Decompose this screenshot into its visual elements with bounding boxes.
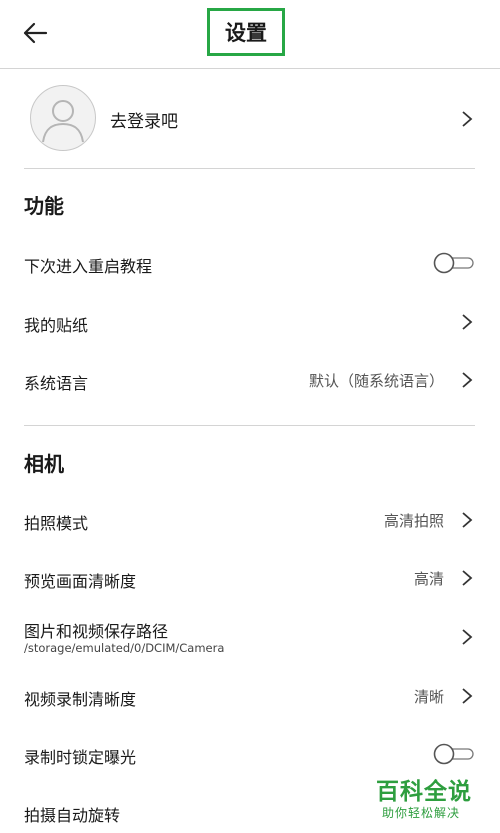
save-path-row[interactable]: 图片和视频保存路径 /storage/emulated/0/DCIM/Camer… bbox=[0, 600, 500, 664]
system-language-value: 默认（随系统语言） bbox=[308, 372, 444, 390]
system-language-label: 系统语言 bbox=[24, 374, 89, 393]
chevron-right-icon bbox=[462, 629, 473, 645]
auto-rotate-label: 拍摄自动旋转 bbox=[24, 806, 121, 825]
photo-mode-row[interactable]: 拍照模式 高清拍照 bbox=[0, 492, 500, 548]
watermark-subtitle: 助你轻松解决 bbox=[382, 806, 461, 820]
my-stickers-label: 我的贴纸 bbox=[24, 316, 89, 335]
watermark-title: 百科全说 bbox=[376, 779, 472, 805]
page-title: 设置 bbox=[207, 8, 285, 56]
chevron-right-icon bbox=[462, 372, 473, 388]
divider bbox=[24, 425, 475, 426]
restart-tutorial-row: 下次进入重启教程 bbox=[0, 235, 500, 291]
lock-exposure-toggle[interactable] bbox=[433, 743, 475, 765]
preview-clarity-label: 预览画面清晰度 bbox=[24, 572, 137, 591]
video-clarity-label: 视频录制清晰度 bbox=[24, 690, 137, 709]
login-label: 去登录吧 bbox=[110, 112, 178, 132]
user-icon bbox=[42, 100, 84, 143]
preview-clarity-row[interactable]: 预览画面清晰度 高清 bbox=[0, 550, 500, 606]
avatar[interactable] bbox=[30, 85, 96, 151]
watermark-logo: 百科全说 助你轻松解决 bbox=[358, 770, 500, 833]
video-clarity-row[interactable]: 视频录制清晰度 清晰 bbox=[0, 668, 500, 724]
save-path-value: /storage/emulated/0/DCIM/Camera bbox=[24, 641, 225, 655]
video-clarity-value: 清晰 bbox=[413, 688, 444, 706]
back-arrow-icon[interactable] bbox=[22, 20, 48, 46]
restart-tutorial-toggle[interactable] bbox=[433, 252, 475, 274]
section-title-camera: 相机 bbox=[24, 452, 64, 476]
my-stickers-row[interactable]: 我的贴纸 bbox=[0, 294, 500, 350]
photo-mode-value: 高清拍照 bbox=[383, 512, 444, 530]
save-path-label: 图片和视频保存路径 bbox=[24, 622, 169, 641]
chevron-right-icon bbox=[462, 512, 473, 528]
lock-exposure-label: 录制时锁定曝光 bbox=[24, 748, 137, 767]
divider bbox=[24, 168, 475, 169]
photo-mode-label: 拍照模式 bbox=[24, 514, 89, 533]
system-language-row[interactable]: 系统语言 默认（随系统语言） bbox=[0, 352, 500, 408]
chevron-right-icon bbox=[462, 688, 473, 704]
section-title-features: 功能 bbox=[24, 194, 64, 218]
chevron-right-icon bbox=[462, 570, 473, 586]
login-row[interactable]: 去登录吧 bbox=[0, 69, 500, 169]
chevron-right-icon bbox=[462, 314, 473, 330]
chevron-right-icon bbox=[462, 111, 473, 127]
preview-clarity-value: 高清 bbox=[413, 570, 444, 588]
restart-tutorial-label: 下次进入重启教程 bbox=[24, 257, 153, 276]
app-header: 设置 bbox=[0, 0, 500, 69]
